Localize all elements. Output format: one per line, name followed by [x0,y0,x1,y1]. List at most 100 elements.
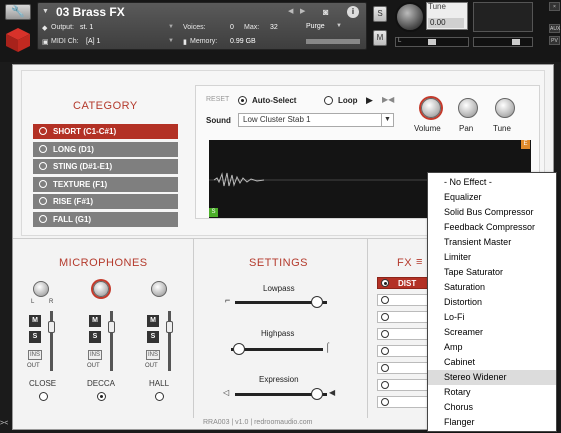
resize-handle-icon[interactable]: >< [0,420,8,427]
menu-item-screamer[interactable]: Screamer [428,325,556,340]
hall-fader-handle[interactable] [166,321,173,333]
aux-button[interactable]: AUX [549,24,560,33]
skip-icon[interactable]: ▶◀ [382,95,394,104]
hall-mic-width-knob[interactable] [151,281,167,297]
sound-select-value: Low Cluster Stab 1 [243,115,311,124]
master-tune-knob[interactable] [395,2,425,32]
menu-item-rotary[interactable]: Rotary [428,385,556,400]
pan-knob-label: Pan [459,124,474,133]
close-ins-button[interactable]: INS [28,350,42,360]
fx-slot-radio[interactable] [381,398,389,406]
knob-left-label: L [31,299,35,305]
category-item-short[interactable]: SHORT (C1-C#1) [33,124,178,139]
next-instrument-icon[interactable]: ▶ [300,7,305,15]
wrench-icon[interactable]: 🔧 [5,4,31,20]
close-fader-handle[interactable] [48,321,55,333]
reset-button[interactable]: RESET [206,96,229,103]
fx-slot-radio[interactable] [381,279,389,287]
pan-handle[interactable] [428,39,436,45]
menu-item-feedback-compressor[interactable]: Feedback Compressor [428,220,556,235]
prev-instrument-icon[interactable]: ◀ [288,7,293,15]
menu-item-stereo-widener[interactable]: Stereo Widener [428,370,556,385]
volume-slider[interactable] [473,37,533,47]
menu-item-distortion[interactable]: Distortion [428,295,556,310]
decca-fader-handle[interactable] [108,321,115,333]
auto-select-radio[interactable] [238,96,247,105]
voices-label: Voices: [183,24,206,31]
category-item-sting[interactable]: STING (D#1-E1) [33,159,178,174]
close-mic-radio[interactable] [39,392,48,401]
lowpass-handle[interactable] [311,296,323,308]
collapse-icon[interactable]: ▼ [42,8,49,15]
decca-mic-width-knob[interactable] [93,281,109,297]
menu-item-transient-master[interactable]: Transient Master [428,235,556,250]
sample-start-marker[interactable]: S [209,208,218,217]
menu-item-equalizer[interactable]: Equalizer [428,190,556,205]
camera-icon[interactable]: ◙ [323,7,337,17]
fx-slot-radio[interactable] [381,313,389,321]
category-item-rise[interactable]: RISE (F#1) [33,194,178,209]
fx-slot-radio[interactable] [381,330,389,338]
play-icon[interactable]: ▶ [366,95,373,106]
fx-slot-radio[interactable] [381,364,389,372]
category-item-texture[interactable]: TEXTURE (F1) [33,177,178,192]
tune-knob[interactable] [495,98,515,118]
fx-menu-icon[interactable]: ≡ [416,256,422,268]
instrument-name[interactable]: 03 Brass FX [56,5,125,19]
menu-item-tape-saturator[interactable]: Tape Saturator [428,265,556,280]
decca-mic-label: DECCA [87,379,116,388]
fx-slot-radio[interactable] [381,381,389,389]
decca-mic-radio[interactable] [97,392,106,401]
output-dropdown-icon[interactable]: ▼ [168,24,174,30]
mute-button[interactable]: M [373,30,387,46]
menu-item-chorus[interactable]: Chorus [428,400,556,415]
midi-dropdown-icon[interactable]: ▼ [168,38,174,44]
close-mic-pan-knob[interactable] [33,281,49,297]
menu-item-no-effect[interactable]: - No Effect - [428,175,556,190]
hall-ins-button[interactable]: INS [146,350,160,360]
fx-slot-radio[interactable] [381,347,389,355]
solo-button[interactable]: S [373,6,387,22]
close-solo-button[interactable]: S [29,331,41,343]
loop-radio[interactable] [324,96,333,105]
menu-item-amp[interactable]: Amp [428,340,556,355]
tune-value[interactable]: 0.00 [428,18,464,28]
max-voices-value[interactable]: 32 [270,24,278,31]
max-label: Max: [244,24,260,31]
memory-label: Memory: [190,38,218,45]
highpass-handle[interactable] [233,343,245,355]
purge-dropdown-icon[interactable]: ▼ [336,23,342,29]
decca-mute-button[interactable]: M [89,315,101,327]
purge-button[interactable]: Purge [306,23,325,30]
close-mute-button[interactable]: M [29,315,41,327]
menu-item-limiter[interactable]: Limiter [428,250,556,265]
decca-solo-button[interactable]: S [89,331,101,343]
pan-knob[interactable] [458,98,478,118]
menu-item-flanger[interactable]: Flanger [428,415,556,430]
category-item-long[interactable]: LONG (D1) [33,142,178,157]
output-value[interactable]: st. 1 [80,24,93,31]
highpass-label: Highpass [261,329,295,338]
volume-handle[interactable] [512,39,520,45]
info-icon[interactable]: i [347,6,359,18]
pv-button[interactable]: PV [549,36,560,45]
volume-knob[interactable] [421,98,441,118]
category-item-fall[interactable]: FALL (G1) [33,212,178,227]
decca-ins-button[interactable]: INS [88,350,102,360]
hall-mute-button[interactable]: M [147,315,159,327]
menu-item-saturation[interactable]: Saturation [428,280,556,295]
fx-slot-radio[interactable] [381,296,389,304]
close-out-label: OUT [27,363,40,369]
radio-icon [39,180,47,188]
sound-select[interactable]: Low Cluster Stab 1 ▼ [238,113,394,127]
pan-slider[interactable]: L [395,37,469,47]
sample-end-marker[interactable]: E [521,140,530,149]
menu-item-lo-fi[interactable]: Lo-Fi [428,310,556,325]
menu-item-solid-bus-compressor[interactable]: Solid Bus Compressor [428,205,556,220]
menu-item-cabinet[interactable]: Cabinet [428,355,556,370]
midi-channel-value[interactable]: [A] 1 [86,38,100,45]
expression-handle[interactable] [311,388,323,400]
hall-solo-button[interactable]: S [147,331,159,343]
hall-mic-radio[interactable] [155,392,164,401]
close-button[interactable]: × [549,2,560,11]
